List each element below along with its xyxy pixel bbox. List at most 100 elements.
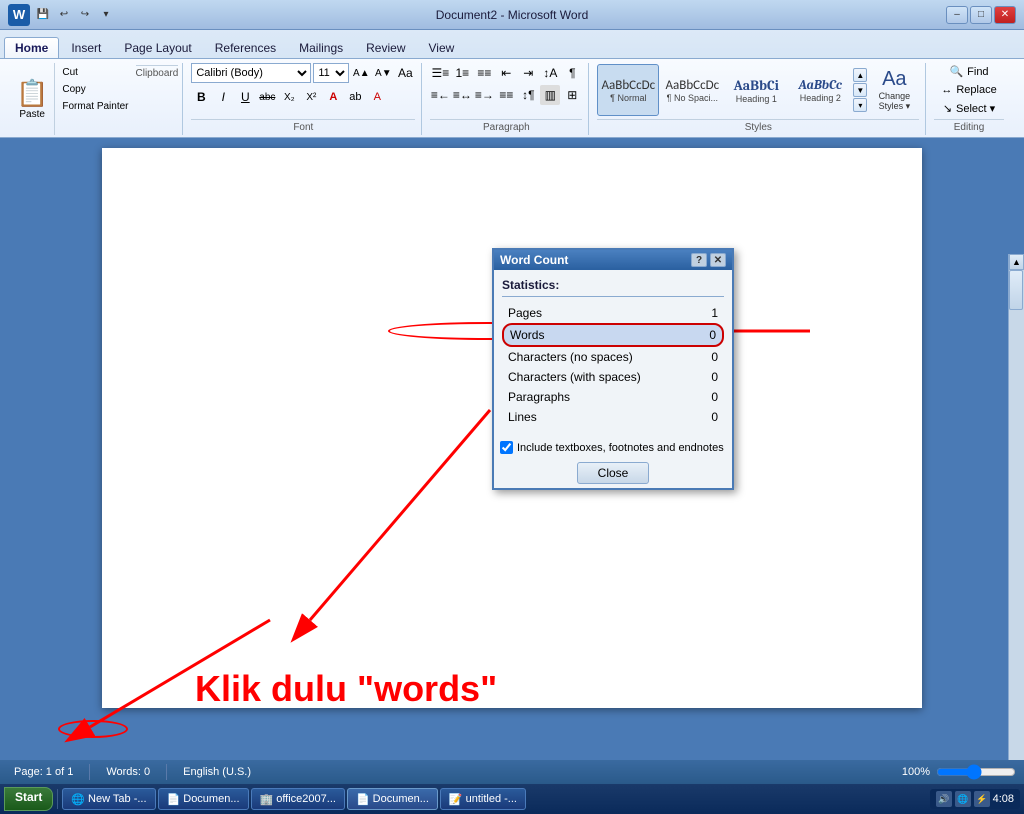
taskbar-item-untitled[interactable]: 📝 untitled -... [440, 788, 526, 810]
wc-close-row: Close [494, 458, 732, 488]
wc-lines-label: Lines [508, 410, 537, 424]
window-controls: – □ ✕ [946, 6, 1016, 24]
undo-quick-btn[interactable]: ↩ [55, 6, 73, 24]
close-button[interactable]: Close [577, 462, 650, 484]
scroll-thumb[interactable] [1009, 270, 1023, 310]
find-icon: 🔍 [949, 65, 963, 78]
taskbar-item-newtab[interactable]: 🌐 New Tab -... [62, 788, 155, 810]
start-button[interactable]: Start [4, 787, 53, 811]
clipboard-group: 📋 Paste Cut Copy Format Painter Clipboar… [6, 63, 183, 135]
font-color-button[interactable]: A [367, 87, 387, 107]
strikethrough-button[interactable]: abc [257, 87, 277, 107]
font-label: Font [191, 119, 415, 135]
taskbar-item-doc2[interactable]: 📄 Documen... [347, 788, 438, 810]
ribbon: Home Insert Page Layout References Maili… [0, 30, 1024, 138]
justify-button[interactable]: ≡≡ [496, 85, 516, 105]
style-heading1-label: Heading 1 [736, 94, 777, 104]
bold-button[interactable]: B [191, 87, 211, 107]
cut-button[interactable]: Cut [57, 65, 133, 80]
style-normal[interactable]: AaBbCcDc ¶ Normal [597, 64, 659, 116]
page-status: Page: 1 of 1 [8, 765, 79, 779]
para-top-row: ☰≡ 1≡ ≡≡ ⇤ ⇥ ↕A ¶ [430, 63, 582, 83]
styles-scroll-up[interactable]: ▲ [853, 68, 867, 82]
bullets-button[interactable]: ☰≡ [430, 63, 450, 83]
wc-close-x-button[interactable]: ✕ [710, 253, 726, 267]
multilevel-button[interactable]: ≡≡ [474, 63, 494, 83]
numbering-button[interactable]: 1≡ [452, 63, 472, 83]
wc-lines-row: Lines 0 [502, 407, 724, 427]
paste-button[interactable]: 📋 Paste [10, 63, 55, 135]
taskbar-item-doc1[interactable]: 📄 Documen... [158, 788, 249, 810]
wc-words-row[interactable]: Words 0 [502, 323, 724, 347]
wc-checkbox-row: Include textboxes, footnotes and endnote… [494, 435, 732, 458]
align-center-button[interactable]: ≡↔ [452, 85, 472, 105]
superscript-button[interactable]: X² [301, 87, 321, 107]
clear-format-button[interactable]: Aa [395, 63, 415, 83]
paste-label: Paste [19, 109, 45, 120]
tab-references[interactable]: References [204, 37, 287, 58]
align-left-button[interactable]: ≡← [430, 85, 450, 105]
untitled-icon: 📝 [449, 793, 463, 806]
save-quick-btn[interactable]: 💾 [34, 6, 52, 24]
customize-quick-btn[interactable]: ▾ [97, 6, 115, 24]
tab-insert[interactable]: Insert [60, 37, 112, 58]
wc-help-button[interactable]: ? [691, 253, 707, 267]
include-textboxes-checkbox[interactable] [500, 441, 513, 454]
select-button[interactable]: ↘ Select ▾ [936, 100, 1002, 117]
redo-quick-btn[interactable]: ↪ [76, 6, 94, 24]
change-styles-button[interactable]: Aa ChangeStyles ▾ [869, 66, 919, 114]
tab-bar: Home Insert Page Layout References Maili… [0, 30, 1024, 58]
tab-page-layout[interactable]: Page Layout [113, 37, 202, 58]
maximize-button[interactable]: □ [970, 6, 992, 24]
styles-scroll-down[interactable]: ▼ [853, 83, 867, 97]
replace-button[interactable]: ↔ Replace [934, 82, 1003, 98]
include-textboxes-label: Include textboxes, footnotes and endnote… [517, 442, 724, 454]
decrease-indent-button[interactable]: ⇤ [496, 63, 516, 83]
increase-indent-button[interactable]: ⇥ [518, 63, 538, 83]
font-name-select[interactable]: Calibri (Body) [191, 63, 311, 83]
tray-time: 4:08 [993, 793, 1014, 805]
doc2-icon: 📄 [356, 793, 370, 806]
font-shrink-button[interactable]: A▼ [373, 63, 393, 83]
tray-icon-1: 🔊 [936, 791, 952, 807]
text-highlight-button[interactable]: ab [345, 87, 365, 107]
tab-home[interactable]: Home [4, 37, 59, 58]
wc-chars-nospace-row: Characters (no spaces) 0 [502, 347, 724, 367]
change-styles-icon: Aa [882, 68, 906, 91]
tab-mailings[interactable]: Mailings [288, 37, 354, 58]
style-no-spacing[interactable]: AaBbCcDc ¶ No Spaci... [661, 64, 723, 116]
tab-review[interactable]: Review [355, 37, 416, 58]
styles-more[interactable]: ▾ [853, 98, 867, 112]
align-right-button[interactable]: ≡→ [474, 85, 494, 105]
italic-button[interactable]: I [213, 87, 233, 107]
format-painter-button[interactable]: Format Painter [57, 99, 133, 114]
tab-view[interactable]: View [418, 37, 466, 58]
minimize-button[interactable]: – [946, 6, 968, 24]
untitled-label: untitled -... [466, 793, 517, 805]
sort-button[interactable]: ↕A [540, 63, 560, 83]
shading-button[interactable]: ▥ [540, 85, 560, 105]
find-button[interactable]: 🔍 Find [942, 63, 995, 80]
words-status[interactable]: Words: 0 [100, 765, 156, 779]
line-spacing-button[interactable]: ↕¶ [518, 85, 538, 105]
font-grow-button[interactable]: A▲ [351, 63, 371, 83]
taskbar-item-office[interactable]: 🏢 office2007... [251, 788, 345, 810]
font-size-select[interactable]: 11 [313, 63, 349, 83]
borders-button[interactable]: ⊞ [562, 85, 582, 105]
underline-button[interactable]: U [235, 87, 255, 107]
style-heading2[interactable]: AaBbCc Heading 2 [789, 64, 851, 116]
scroll-track[interactable] [1009, 270, 1024, 760]
subscript-button[interactable]: X₂ [279, 87, 299, 107]
taskbar-right: 🔊 🌐 ⚡ 4:08 [930, 789, 1020, 809]
editing-group: 🔍 Find ↔ Replace ↘ Select ▾ Editing [928, 63, 1009, 135]
style-heading1[interactable]: AaBbCi Heading 1 [725, 64, 787, 116]
text-effects-button[interactable]: A [323, 87, 343, 107]
paragraph-label: Paragraph [430, 119, 582, 135]
close-button[interactable]: ✕ [994, 6, 1016, 24]
copy-button[interactable]: Copy [57, 82, 133, 97]
newtab-label: New Tab -... [88, 793, 147, 805]
document-page[interactable]: Word Count ? ✕ Statistics: Pages 1 Words… [102, 148, 922, 708]
scroll-up-button[interactable]: ▲ [1009, 254, 1024, 270]
title-left: W 💾 ↩ ↪ ▾ [8, 4, 115, 26]
show-marks-button[interactable]: ¶ [562, 63, 582, 83]
